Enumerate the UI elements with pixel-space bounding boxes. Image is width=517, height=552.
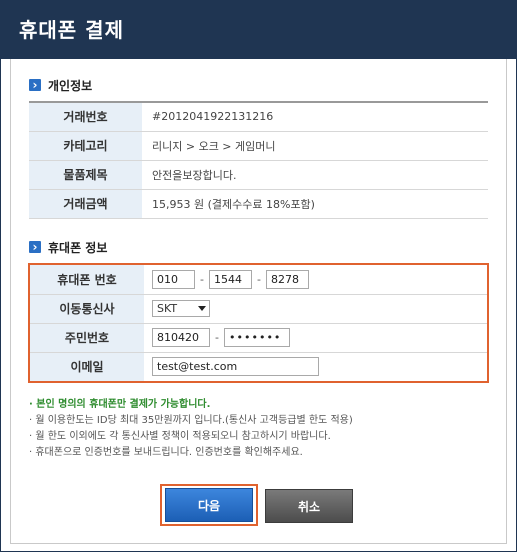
phone-prefix-input[interactable]: 010 bbox=[152, 269, 195, 289]
phone-info-table: 휴대폰 번호 010-1544-8278 이동통신사 SKT 주민번호 8104… bbox=[30, 265, 487, 381]
table-row: 이메일 test@test.com bbox=[30, 352, 487, 381]
table-row: 주민번호 810420- ••••••• bbox=[30, 323, 487, 353]
page-title: 휴대폰 결제 bbox=[19, 18, 124, 42]
notice-item: · 본인 명의의 휴대폰만 결제가 가능합니다. bbox=[29, 399, 211, 410]
notice-item: · 월 한도 이외에도 각 통신사별 정책이 적용되오니 참고하시기 바랍니다. bbox=[29, 431, 331, 442]
dash-separator: - bbox=[215, 331, 219, 344]
next-button[interactable]: 다음 bbox=[165, 488, 253, 522]
phone-last-input[interactable]: 8278 bbox=[266, 269, 309, 289]
window-header: 휴대폰 결제 bbox=[1, 1, 516, 59]
phone-number-label: 휴대폰 번호 bbox=[30, 265, 144, 295]
section-arrow-icon bbox=[29, 79, 41, 91]
table-row: 거래금액 15,953 원 (결제수수료 18%포함) bbox=[29, 189, 488, 219]
cancel-button[interactable]: 취소 bbox=[265, 489, 353, 523]
amount-value: 15,953 원 (결제수수료 18%포함) bbox=[142, 189, 488, 219]
category-value: 리니지 > 오크 > 게임머니 bbox=[142, 131, 488, 161]
email-input[interactable]: test@test.com bbox=[152, 357, 319, 377]
section-arrow-icon bbox=[29, 241, 41, 253]
carrier-select[interactable]: SKT bbox=[152, 300, 210, 317]
next-button-highlight: 다음 bbox=[160, 484, 258, 526]
phone-info-heading: 휴대폰 정보 bbox=[29, 239, 107, 255]
carrier-selected-value: SKT bbox=[157, 302, 178, 315]
rrn-front-input[interactable]: 810420 bbox=[152, 328, 210, 347]
chevron-down-icon bbox=[198, 306, 206, 311]
table-row: 이동통신사 SKT bbox=[30, 294, 487, 324]
table-row: 휴대폰 번호 010-1544-8278 bbox=[30, 265, 487, 295]
table-row: 거래번호 #2012041922131216 bbox=[29, 102, 488, 132]
rrn-back-input[interactable]: ••••••• bbox=[224, 328, 290, 347]
personal-info-table: 거래번호 #2012041922131216 카테고리 리니지 > 오크 > 게… bbox=[29, 101, 488, 219]
phone-info-form: 휴대폰 번호 010-1544-8278 이동통신사 SKT 주민번호 8104… bbox=[28, 263, 489, 383]
email-label: 이메일 bbox=[30, 352, 144, 381]
phone-info-title: 휴대폰 정보 bbox=[48, 240, 108, 255]
item-title-label: 물품제목 bbox=[29, 160, 142, 190]
carrier-label: 이동통신사 bbox=[30, 294, 144, 324]
phone-middle-input[interactable]: 1544 bbox=[209, 269, 252, 289]
notice-list: · 본인 명의의 휴대폰만 결제가 가능합니다. · 월 이용한도는 ID당 최… bbox=[29, 397, 494, 461]
personal-info-heading: 개인정보 bbox=[29, 77, 92, 93]
notice-item: · 월 이용한도는 ID당 최대 35만원까지 입니다.(통신사 고객등급별 한… bbox=[29, 415, 353, 426]
transaction-number-value: #2012041922131216 bbox=[142, 102, 488, 132]
table-row: 물품제목 안전을보장합니다. bbox=[29, 160, 488, 190]
item-title-value: 안전을보장합니다. bbox=[142, 160, 488, 190]
dash-separator: - bbox=[257, 272, 261, 286]
notice-item: · 휴대폰으로 인증번호를 보내드립니다. 인증번호를 확인해주세요. bbox=[29, 447, 303, 458]
personal-info-title: 개인정보 bbox=[48, 78, 93, 93]
dash-separator: - bbox=[200, 272, 204, 286]
table-row: 카테고리 리니지 > 오크 > 게임머니 bbox=[29, 131, 488, 161]
rrn-label: 주민번호 bbox=[30, 323, 144, 353]
category-label: 카테고리 bbox=[29, 131, 142, 161]
transaction-number-label: 거래번호 bbox=[29, 102, 142, 132]
amount-label: 거래금액 bbox=[29, 189, 142, 219]
